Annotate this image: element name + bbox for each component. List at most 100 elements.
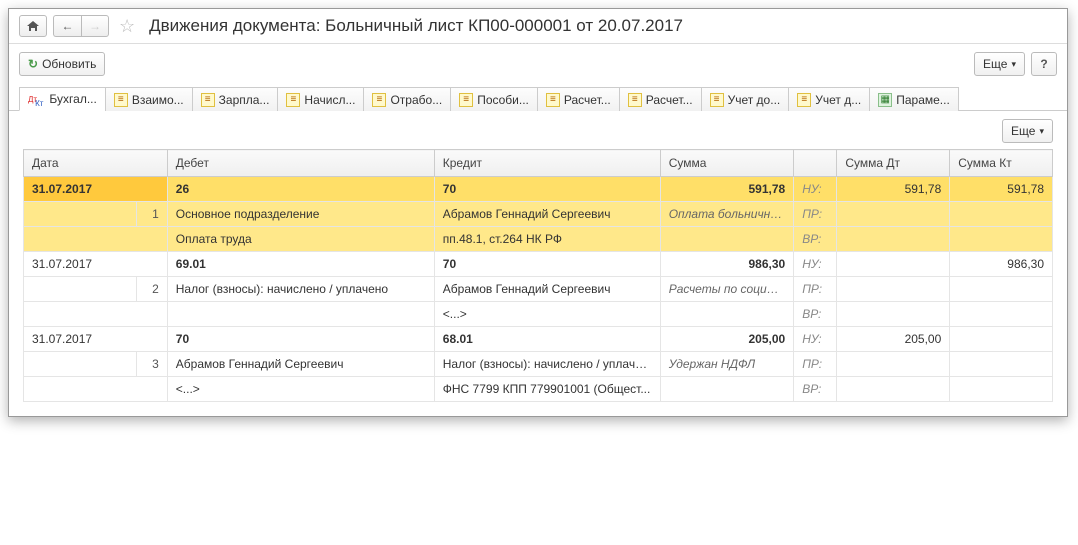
tab-label: Параме... [896, 93, 950, 107]
cell-debit-l1: Абрамов Геннадий Сергеевич [167, 352, 434, 377]
table-row[interactable]: 31.07.20177068.01205,00НУ:205,00 [24, 327, 1053, 352]
tab-8[interactable]: ≡Учет до... [701, 87, 790, 111]
tab-0[interactable]: ДтКтБухгал... [19, 87, 106, 111]
cell-debit-l2: Оплата труда [167, 227, 434, 252]
cell-rownum: 2 [136, 277, 167, 302]
register-icon: ≡ [459, 93, 473, 107]
refresh-label: Обновить [42, 57, 96, 71]
tab-1[interactable]: ≡Взаимо... [105, 87, 193, 111]
cell-empty [837, 202, 950, 227]
table-row[interactable]: <...> ВР: [24, 302, 1053, 327]
cell-flag-nu: НУ: [794, 252, 837, 277]
tab-6[interactable]: ≡Расчет... [537, 87, 620, 111]
cell-empty [24, 352, 137, 377]
cell-credit-l2: <...> [434, 302, 660, 327]
tab-10[interactable]: ▦ Параме... [869, 87, 959, 111]
cell-empty [660, 227, 794, 252]
col-date[interactable]: Дата [24, 150, 168, 177]
tab-label: Учет д... [815, 93, 861, 107]
cell-debit-acc: 70 [167, 327, 434, 352]
grid-container: Дата Дебет Кредит Сумма Сумма Дт Сумма К… [9, 149, 1067, 416]
page-title: Движения документа: Больничный лист КП00… [149, 16, 683, 36]
cell-empty [24, 202, 137, 227]
tab-3[interactable]: ≡Начисл... [277, 87, 364, 111]
cell-flag-vr: ВР: [794, 302, 837, 327]
cell-sum: 205,00 [660, 327, 794, 352]
cell-empty [837, 277, 950, 302]
cell-flag-vr: ВР: [794, 227, 837, 252]
col-sum-dt[interactable]: Сумма Дт [837, 150, 950, 177]
dtkt-icon: ДтКт [28, 92, 45, 106]
table-row[interactable]: <...>ФНС 7799 КПП 779901001 (Общест...ВР… [24, 377, 1053, 402]
grid-more-label: Еще [1011, 124, 1035, 138]
col-sum-kt[interactable]: Сумма Кт [950, 150, 1053, 177]
register-icon: ≡ [546, 93, 560, 107]
tab-9[interactable]: ≡ Учет д... [788, 87, 870, 111]
table-icon: ▦ [878, 93, 892, 107]
table-row[interactable]: 1Основное подразделениеАбрамов Геннадий … [24, 202, 1053, 227]
more-button[interactable]: Еще ▾ [974, 52, 1025, 76]
titlebar: ← → ☆ Движения документа: Больничный лис… [9, 9, 1067, 44]
back-button[interactable]: ← [53, 15, 81, 37]
table-row[interactable]: Оплата трудапп.48.1, ст.264 НК РФ ВР: [24, 227, 1053, 252]
grid-more-button[interactable]: Еще ▾ [1002, 119, 1053, 143]
register-icon: ≡ [372, 93, 386, 107]
col-debit[interactable]: Дебет [167, 150, 434, 177]
cell-empty [660, 377, 794, 402]
register-icon: ≡ [201, 93, 215, 107]
postings-table: Дата Дебет Кредит Сумма Сумма Дт Сумма К… [23, 149, 1053, 402]
cell-date: 31.07.2017 [24, 252, 168, 277]
cell-sum-dt: 205,00 [837, 327, 950, 352]
cell-flag-pr: ПР: [794, 277, 837, 302]
cell-credit-acc: 68.01 [434, 327, 660, 352]
more-label: Еще [983, 57, 1007, 71]
tab-7[interactable]: ≡Расчет... [619, 87, 702, 111]
cell-debit-acc: 26 [167, 177, 434, 202]
cell-credit-l1: Абрамов Геннадий Сергеевич [434, 202, 660, 227]
refresh-button[interactable]: ↻ Обновить [19, 52, 105, 76]
table-row[interactable]: 3Абрамов Геннадий СергеевичНалог (взносы… [24, 352, 1053, 377]
table-row[interactable]: 31.07.201769.0170986,30НУ:986,30 [24, 252, 1053, 277]
home-button[interactable] [19, 15, 47, 37]
tab-4[interactable]: ≡Отрабо... [363, 87, 451, 111]
cell-credit-l2: ФНС 7799 КПП 779901001 (Общест... [434, 377, 660, 402]
cell-credit-l2: пп.48.1, ст.264 НК РФ [434, 227, 660, 252]
nav-history: ← → [53, 15, 109, 37]
cell-sum-dt: 591,78 [837, 177, 950, 202]
cell-date: 31.07.2017 [24, 327, 168, 352]
cell-empty [660, 302, 794, 327]
cell-flag-pr: ПР: [794, 352, 837, 377]
chevron-down-icon: ▾ [1039, 126, 1044, 137]
cell-sum: 986,30 [660, 252, 794, 277]
tab-2[interactable]: ≡Зарпла... [192, 87, 279, 111]
cell-credit-acc: 70 [434, 252, 660, 277]
table-row[interactable]: 2Налог (взносы): начислено / уплаченоАбр… [24, 277, 1053, 302]
cell-debit-l2 [167, 302, 434, 327]
cell-desc: Расчеты по социальному ... [660, 277, 794, 302]
tab-5[interactable]: ≡Пособи... [450, 87, 538, 111]
table-row[interactable]: 31.07.20172670591,78НУ:591,78591,78 [24, 177, 1053, 202]
forward-button[interactable]: → [81, 15, 109, 37]
grid-toolbar: Еще ▾ [9, 111, 1067, 149]
cell-flag-nu: НУ: [794, 177, 837, 202]
col-flag[interactable] [794, 150, 837, 177]
tab-label: Расчет... [646, 93, 693, 107]
cell-empty [950, 352, 1053, 377]
cell-empty [837, 302, 950, 327]
cell-credit-l1: Абрамов Геннадий Сергеевич [434, 277, 660, 302]
cell-empty [950, 227, 1053, 252]
col-credit[interactable]: Кредит [434, 150, 660, 177]
help-button[interactable]: ? [1031, 52, 1057, 76]
cell-empty [837, 377, 950, 402]
cell-empty [24, 227, 168, 252]
col-sum[interactable]: Сумма [660, 150, 794, 177]
cell-empty [950, 302, 1053, 327]
cell-debit-l1: Налог (взносы): начислено / уплачено [167, 277, 434, 302]
cell-rownum: 3 [136, 352, 167, 377]
favorite-star-icon[interactable]: ☆ [115, 16, 139, 37]
chevron-down-icon: ▾ [1011, 59, 1016, 70]
tab-label: Взаимо... [132, 93, 184, 107]
cell-sum-kt: 986,30 [950, 252, 1053, 277]
register-icon: ≡ [797, 93, 811, 107]
cell-debit-acc: 69.01 [167, 252, 434, 277]
